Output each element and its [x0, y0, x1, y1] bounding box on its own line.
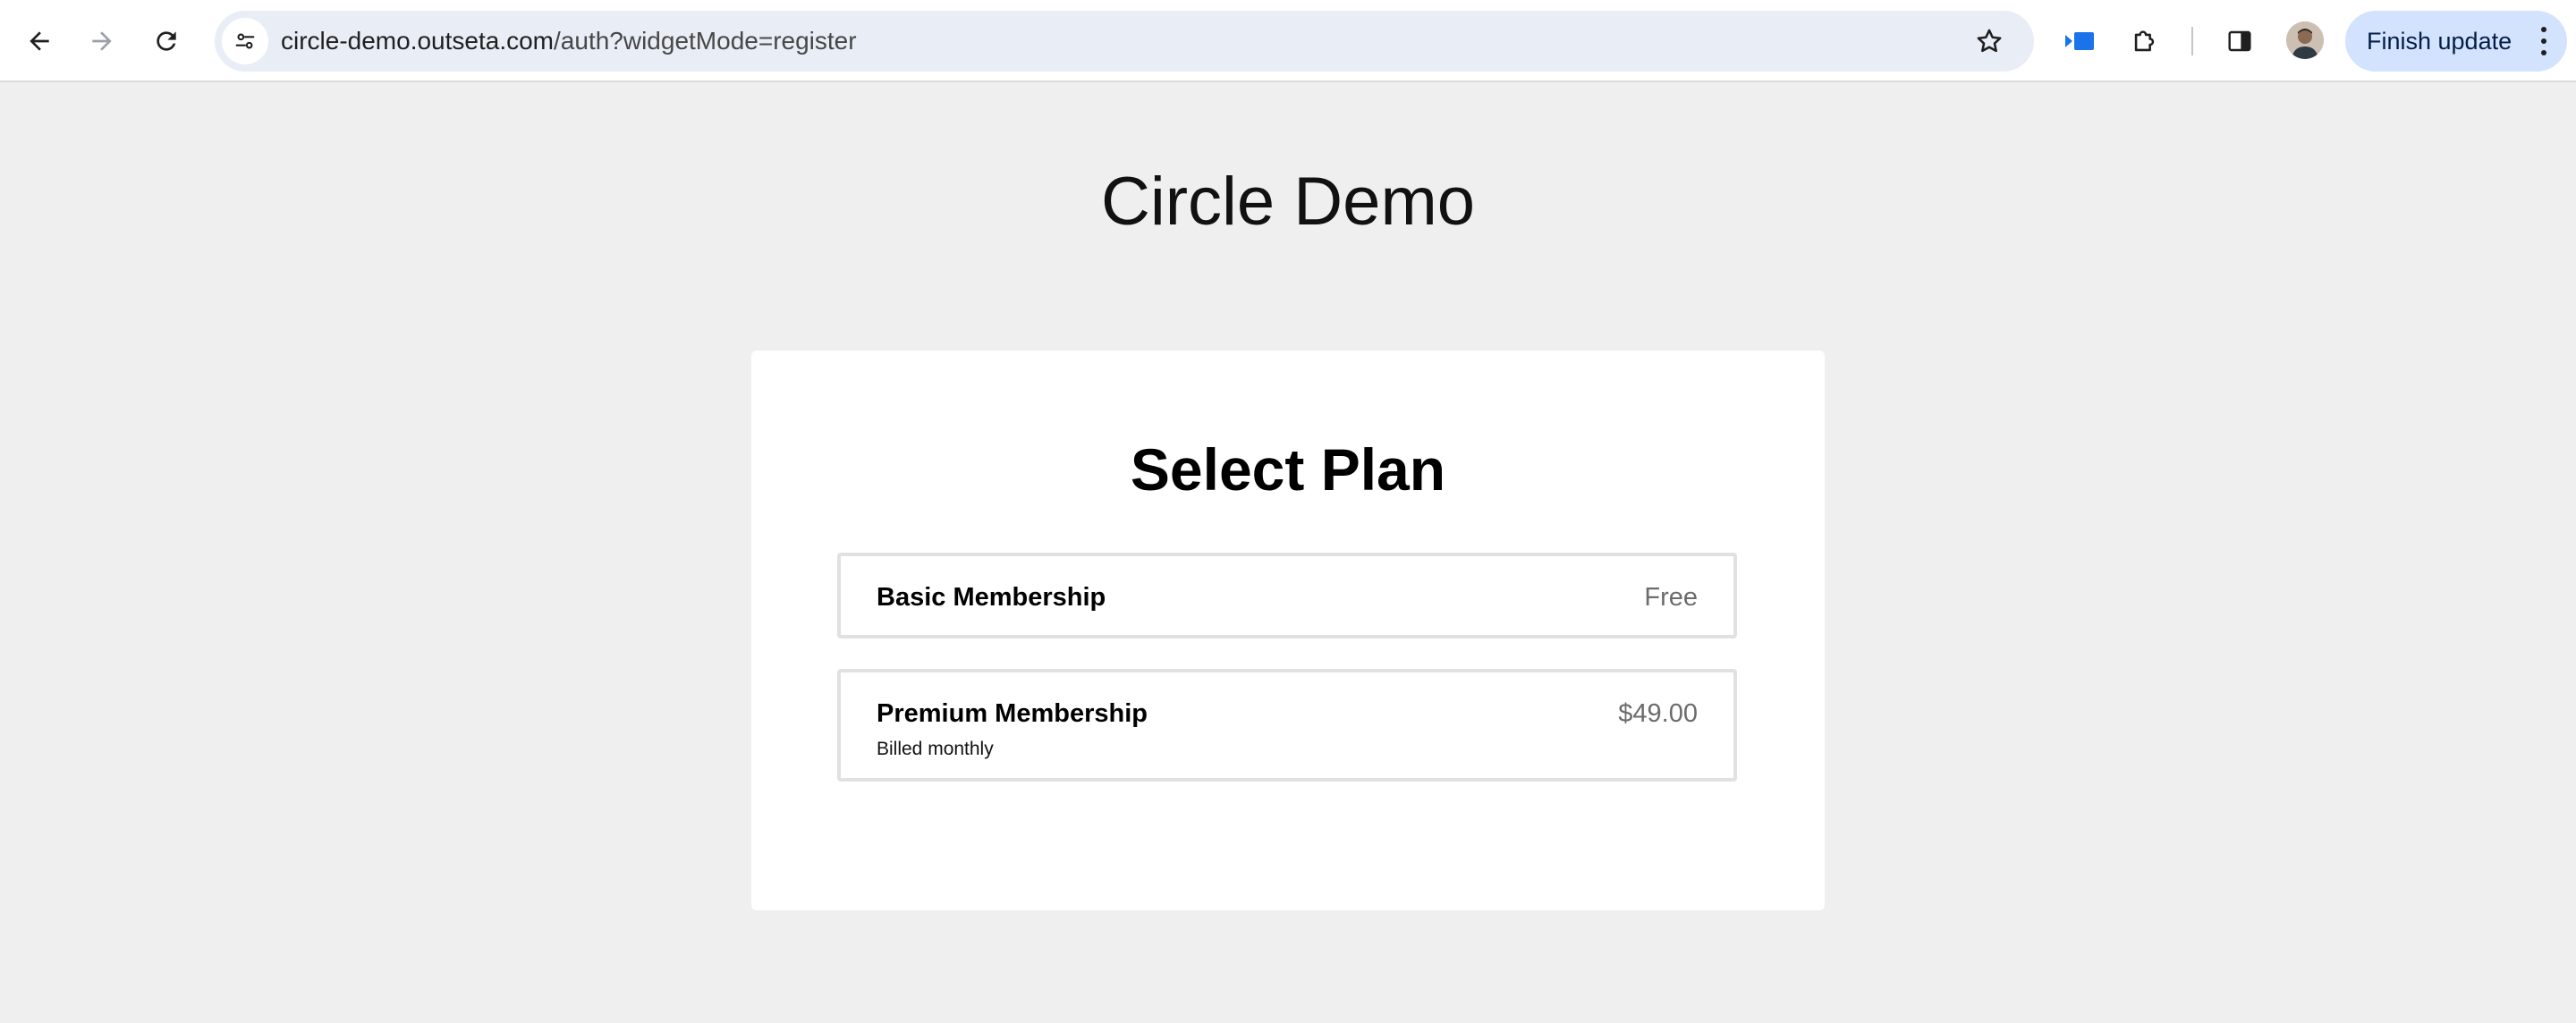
toolbar-divider — [2191, 27, 2193, 55]
side-panel-button[interactable] — [2215, 16, 2265, 66]
extensions-button[interactable] — [2120, 16, 2170, 66]
tune-icon — [235, 33, 255, 49]
url-path: /auth?widgetMode=register — [554, 27, 857, 55]
side-panel-icon — [2228, 30, 2251, 52]
screencast-extension-icon — [2065, 32, 2094, 50]
finish-update-label: Finish update — [2367, 27, 2512, 55]
url-host: circle-demo.outseta.com — [281, 27, 555, 55]
reload-icon — [157, 31, 176, 51]
plan-name: Premium Membership — [877, 699, 1148, 728]
url-text[interactable]: circle-demo.outseta.com/auth?widgetMode=… — [281, 11, 857, 72]
star-icon — [1977, 29, 2002, 53]
page-heading: Select Plan — [1130, 436, 1446, 503]
plan-option-basic[interactable]: Basic Membership Free — [837, 553, 1737, 638]
bookmark-button[interactable] — [1968, 20, 2011, 63]
address-bar[interactable]: circle-demo.outseta.com/auth?widgetMode=… — [215, 11, 2034, 72]
plan-billing-note: Billed monthly — [877, 739, 994, 759]
site-title: Circle Demo — [1100, 164, 1476, 240]
plan-name: Basic Membership — [877, 583, 1106, 612]
plan-selection-card: Select Plan Basic Membership Free Premiu… — [751, 351, 1825, 910]
forward-button[interactable] — [77, 16, 127, 66]
finish-update-button[interactable]: Finish update — [2345, 11, 2567, 72]
plan-price: Free — [1644, 583, 1698, 612]
avatar[interactable] — [2286, 21, 2324, 59]
reload-button[interactable] — [141, 16, 191, 66]
arrow-left-icon — [30, 31, 49, 51]
site-info-button[interactable] — [222, 18, 268, 64]
profile-photo — [2286, 21, 2324, 59]
extension-screencast-button[interactable] — [2055, 16, 2106, 66]
puzzle-icon — [2134, 30, 2155, 52]
back-button[interactable] — [14, 16, 64, 66]
browser-toolbar: circle-demo.outseta.com/auth?widgetMode=… — [0, 0, 2576, 82]
kebab-menu-icon[interactable] — [2538, 27, 2549, 55]
plan-option-premium[interactable]: Premium Membership $49.00 Billed monthly — [837, 669, 1737, 782]
arrow-right-icon — [92, 31, 112, 51]
plan-price: $49.00 — [1618, 699, 1698, 728]
